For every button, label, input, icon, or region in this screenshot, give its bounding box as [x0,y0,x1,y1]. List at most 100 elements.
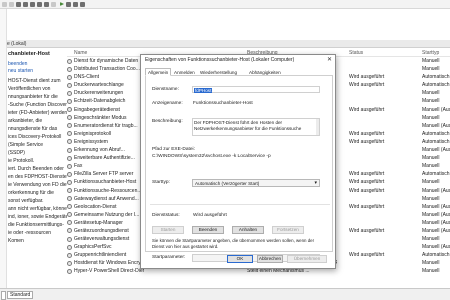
service-gear-icon [67,107,72,113]
tab-logon[interactable]: Anmelden [171,68,198,76]
service-status-cell: Wird ausgeführt [349,130,385,137]
description-line: (Simple Service [8,142,44,148]
view-icon[interactable] [51,2,56,7]
service-name-cell: Gerätesetup-Manager [74,219,123,226]
pause-button[interactable]: Anhalten [232,226,264,234]
service-gear-icon [67,220,72,226]
pause-service-icon[interactable] [73,2,78,7]
service-gear-icon [67,147,72,153]
description-line: ind, ioner, sowie Endgeräte [8,214,67,220]
ok-button[interactable]: OK [227,255,253,263]
service-startup-cell: Manuell [422,260,440,267]
service-startup-cell: Manuell (Ausl [422,227,450,234]
column-status[interactable]: Status [349,50,363,56]
service-name-cell: Fax [74,163,83,170]
close-icon[interactable]: ✕ [327,56,332,63]
description-line: die Funktionsermittlungs- [8,222,64,228]
service-status-cell: Wird ausgeführt [349,227,385,234]
service-status-label: Dienststatus: [152,213,180,218]
service-startup-cell: Manuell (Ausl [422,122,450,129]
service-gear-icon [67,179,72,185]
service-gear-icon [67,204,72,210]
service-gear-icon [67,98,72,104]
description-line: arkanbieter, die [8,118,43,124]
export-icon[interactable] [37,2,42,7]
description-line: HOST-Dienst dient zum [8,78,61,84]
service-startup-cell: Manuell (Ausl [422,106,450,113]
dialog-tabs: Allgemein Anmelden Wiederherstellung Abh… [145,68,333,76]
service-name-label: Dienstname: [152,87,179,92]
tab-standard[interactable]: Standard [7,291,34,299]
service-startup-cell: Manuell (Ausl [422,244,450,251]
description-line: (SSDP) [8,150,25,156]
resume-button[interactable]: Fortsetzen [272,226,304,234]
stop-service-link[interactable]: beenden [8,61,67,68]
service-gear-icon [67,228,72,234]
back-icon[interactable] [2,2,7,7]
service-gear-icon [67,123,72,129]
service-gear-icon [67,268,72,274]
description-line: Veröffentlichen von [8,86,51,92]
column-startup-type[interactable]: Starttyp [422,50,439,56]
tab-recovery[interactable]: Wiederherstellung [197,68,240,76]
service-status-cell: Wird ausgeführt [349,171,385,178]
description-line: ieter (FD-Anbieter) werden [8,110,67,116]
stop-service-icon[interactable] [66,2,71,7]
service-gear-icon [67,188,72,193]
services-header: e (Lokal) [7,40,450,48]
restart-service-icon[interactable] [80,2,85,7]
service-gear-icon [67,236,72,242]
description-field[interactable]: Der FDPHOST-Dienst führt den Hosten der … [192,118,320,136]
start-button[interactable]: Starten [152,226,184,234]
description-line: ann nicht verfügbar, können mit [8,206,67,212]
service-startup-cell: Manuell [422,98,440,105]
service-name-cell: Geolocation-Dienst [74,203,117,210]
properties-icon[interactable] [23,2,28,7]
service-gear-icon [67,252,72,258]
service-name-cell: Funktionssuchanbieter-Host [74,179,137,186]
description-line: Komen [8,238,24,244]
description-line: nnungsanbieter für die [8,94,58,100]
tab-dependencies[interactable]: Abhängigkeiten [246,68,284,76]
service-name-cell: Gerätezuordnungsdienst [74,227,129,234]
description-scrollbar[interactable] [316,119,319,135]
apply-button[interactable]: Übernehmen [287,255,327,263]
divider [150,204,330,205]
service-gear-icon [67,196,72,202]
service-name-cell: Druckerwarteschlange [74,82,124,89]
service-name-cell: Druckererweiterungen [74,90,124,97]
console-tree-icon[interactable] [16,2,21,7]
help-icon[interactable] [44,2,49,7]
service-gear-icon [67,212,72,218]
service-status-value: Wird ausgeführt [193,213,227,218]
description-line: ie Protokoll. [8,158,35,164]
path-value: C:\WINDOWS\system32\svchost.exe -k Local… [152,154,271,159]
forward-icon[interactable] [9,2,14,7]
service-status-cell: Wird ausgeführt [349,203,385,210]
console-tree [0,9,7,288]
startup-type-select[interactable]: Automatisch (Verzögerter Start) ▾ [192,179,320,187]
restart-service-link[interactable]: neu starten [8,68,67,75]
service-name-cell: FileZilla Server FTP server [74,171,134,178]
service-name-cell: Eingeschränkter Modus [74,114,127,121]
description-line: -Suche (Function Discovery). [8,102,67,108]
service-startup-cell: Manuell [422,236,440,243]
stop-button[interactable]: Beenden [192,226,224,234]
cancel-button[interactable]: Abbrechen [257,255,283,263]
service-name-cell: DNS-Client [74,74,100,81]
tab-general[interactable]: Allgemein [145,68,172,76]
start-service-icon[interactable] [60,2,64,6]
service-status-cell: Wird ausgeführt [349,106,385,113]
service-name-cell: Hyper-V PowerShell Direct-Dienst [74,268,144,275]
description-line: ices Discovery-Protokoll [8,134,62,140]
dialog-title: Eigenschaften von Funktionssuchanbieter-… [145,57,295,63]
service-name-cell: Gruppenrichtlinienclient [74,252,127,259]
refresh-icon[interactable] [30,2,35,7]
column-name[interactable]: Name [74,50,87,56]
service-startup-cell: Manuell [422,114,440,121]
service-name-cell: Erweiterbare Authentifizie... [74,155,135,162]
service-name-value[interactable]: fdPHost [194,87,213,93]
tab-extended[interactable] [1,291,6,300]
service-gear-icon [67,90,72,96]
service-name-field[interactable]: fdPHost [192,86,320,93]
